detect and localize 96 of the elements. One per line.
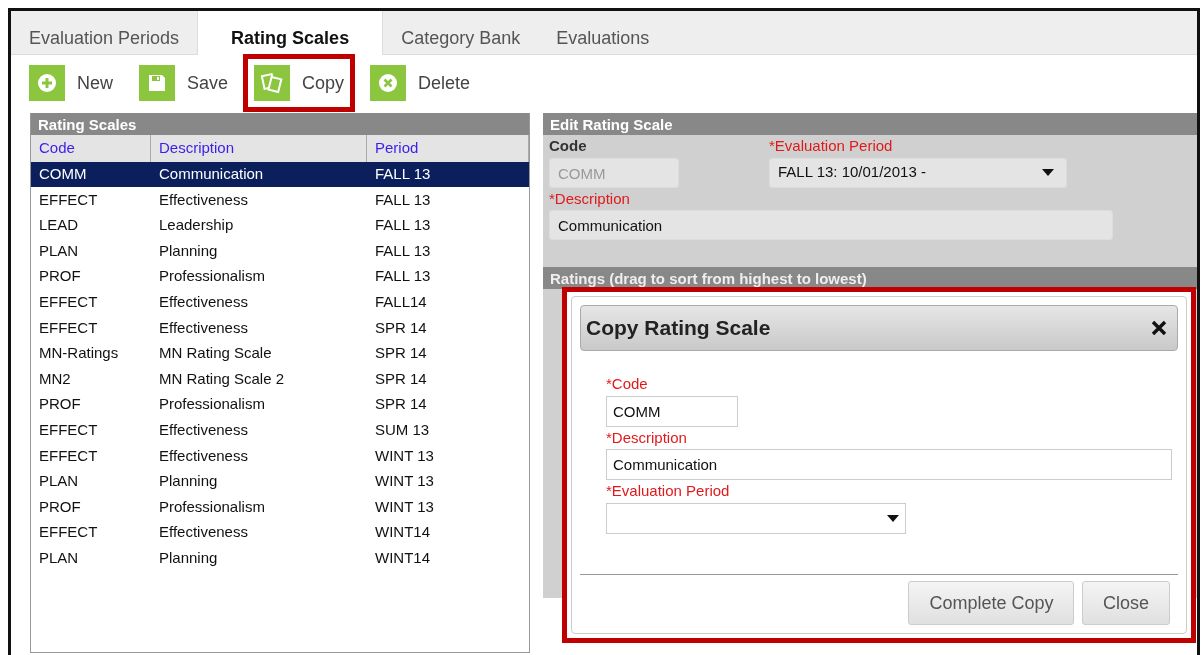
table-cell-text: SPR 14 (374, 343, 428, 364)
table-cell-text: EFFECT (38, 420, 99, 440)
table-cell-text: EFFECT (38, 445, 99, 466)
panel-header: Ratings (drag to sort from highest to lowest) (543, 267, 1197, 289)
column-header[interactable]: Code (31, 135, 151, 162)
table-cell-text: PLAN (38, 547, 80, 568)
table-cell-text: FALL 13 (374, 189, 432, 210)
table-cell-text: EFFECT (38, 522, 99, 543)
tab[interactable]: Rating Scales (197, 11, 384, 55)
table-row[interactable]: PROF Professionalism FALL 13 (31, 263, 529, 290)
table-row[interactable]: EFFECT Effectiveness FALL 13 (31, 187, 529, 213)
table-cell-text: Professionalism (158, 266, 266, 287)
column-header[interactable]: Description (151, 135, 367, 162)
save-button[interactable]: Save (139, 65, 229, 101)
table-row[interactable]: PROF Professionalism WINT 13 (31, 494, 529, 520)
table-cell-text: Effectiveness (158, 189, 249, 210)
panel-header: Edit Rating Scale (543, 113, 1197, 135)
tab[interactable]: Category Bank (383, 11, 539, 55)
tab[interactable]: Evaluation Periods (11, 11, 198, 55)
table-cell-text: MN-Ratings (38, 343, 120, 364)
caret-icon (887, 514, 899, 522)
code-field[interactable]: COMM (606, 395, 738, 427)
dialog-title: Copy Rating Scale (586, 315, 771, 342)
table-cell-text: PLAN (38, 240, 80, 261)
table-cell-text: WINT 13 (374, 496, 435, 517)
copy-button[interactable]: Copy (254, 65, 345, 101)
table-cell-text: PLAN (38, 471, 80, 492)
table-row[interactable]: EFFECT Effectiveness FALL14 (31, 289, 529, 316)
table-row[interactable]: EFFECT Effectiveness WINT14 (31, 519, 529, 546)
field-label: *Evaluation Period (606, 481, 731, 501)
table-cell-text: SPR 14 (374, 317, 428, 338)
table-cell-text: EFFECT (38, 317, 99, 338)
table-cell-text: FALL 13 (374, 240, 432, 261)
field-label: *Code (606, 374, 649, 394)
description-field[interactable]: Communication (549, 210, 1113, 240)
table-cell-text: Planning (158, 240, 219, 261)
table-row[interactable]: PROF Professionalism SPR 14 (31, 391, 529, 418)
table-cell-text: FALL14 (374, 292, 428, 312)
field-label: *Description (606, 427, 688, 448)
table-row[interactable]: PLAN Planning FALL 13 (31, 238, 529, 264)
table-cell-text: WINT 13 (374, 445, 435, 466)
table-cell-text: Effectiveness (158, 292, 249, 312)
table-cell-text: WINT 13 (374, 471, 435, 492)
table-cell-text: PROF (38, 266, 82, 287)
delete-button[interactable]: Delete (370, 65, 471, 101)
table-cell-text: PROF (38, 496, 82, 517)
tab[interactable]: Evaluations (538, 11, 668, 55)
table-row[interactable]: MN-Ratings MN Rating Scale SPR 14 (31, 340, 529, 367)
table-cell-text: Effectiveness (158, 317, 249, 338)
table-cell-text: FALL 13 (374, 164, 432, 185)
description-field[interactable]: Communication (606, 449, 1172, 480)
table-cell-text: FALL 13 (374, 266, 432, 287)
table-cell-text: SUM 13 (374, 420, 431, 440)
period-select[interactable]: FALL 13: 10/01/2013 - (769, 157, 1067, 188)
table-cell-text: MN Rating Scale 2 (158, 368, 286, 389)
close-icon[interactable] (1151, 320, 1167, 336)
pages-icon (254, 65, 291, 101)
table-cell-text: MN Rating Scale (158, 343, 273, 364)
table-cell-text: PROF (38, 394, 82, 415)
table-cell-text: Effectiveness (158, 420, 249, 440)
table-row[interactable]: COMM Communication FALL 13 (31, 161, 529, 188)
table-cell-text: SPR 14 (374, 394, 428, 415)
table-cell-text: Professionalism (158, 496, 266, 517)
table-cell-text: COMM (38, 164, 88, 185)
table-row[interactable]: MN2 MN Rating Scale 2 SPR 14 (31, 366, 529, 392)
table-cell-text: EFFECT (38, 189, 99, 210)
table-cell-text: MN2 (38, 368, 72, 389)
table-row[interactable]: LEAD Leadership FALL 13 (31, 212, 529, 239)
complete-copy-button[interactable]: Complete Copy (908, 581, 1075, 625)
table-cell-text: EFFECT (38, 292, 99, 312)
table-cell-text: SPR 14 (374, 368, 428, 389)
table-cell-text: Effectiveness (158, 445, 249, 466)
field-label: Code (549, 136, 588, 156)
table-cell-text: Professionalism (158, 394, 266, 415)
close-button[interactable]: Close (1081, 581, 1170, 625)
table-cell-text: LEAD (38, 215, 80, 236)
table-cell-text: FALL 13 (374, 215, 432, 236)
table-row[interactable]: EFFECT Effectiveness SPR 14 (31, 315, 529, 341)
table-row[interactable]: PLAN Planning WINT 13 (31, 468, 529, 495)
table-cell-text: Effectiveness (158, 522, 249, 543)
table-cell-text: Communication (158, 164, 265, 185)
column-header[interactable]: Period (367, 135, 529, 162)
table-row[interactable]: PLAN Planning WINT14 (31, 545, 529, 571)
new-button[interactable]: New (29, 65, 113, 101)
table-row[interactable]: EFFECT Effectiveness SUM 13 (31, 417, 529, 444)
table-cell-text: WINT14 (374, 547, 431, 568)
plus-icon (29, 65, 65, 101)
table-cell-text: Planning (158, 547, 219, 568)
table-cell-text: Planning (158, 471, 219, 492)
caret-icon (1042, 169, 1054, 176)
table-row[interactable]: EFFECT Effectiveness WINT 13 (31, 443, 529, 469)
table-cell-text: Leadership (158, 215, 235, 236)
field-label: *Evaluation Period (769, 136, 894, 156)
field-label: *Description (549, 188, 631, 209)
panel-header: Rating Scales (31, 113, 529, 135)
table-cell-text: WINT14 (374, 522, 431, 543)
